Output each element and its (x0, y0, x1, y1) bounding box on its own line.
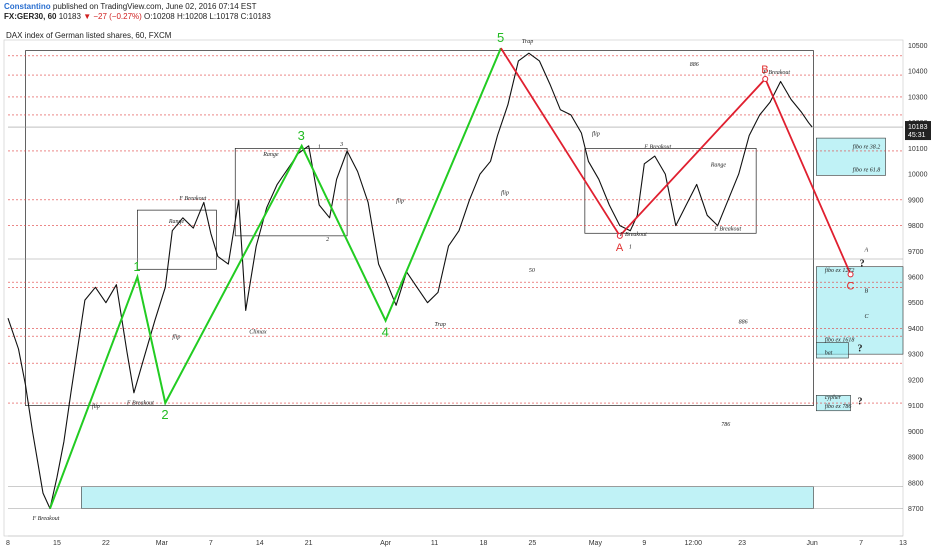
abc-label-C: C (847, 280, 855, 292)
y-tick-10400: 10400 (908, 69, 928, 76)
y-tick-9900: 9900 (908, 197, 924, 204)
annotation-18: 886 (690, 62, 699, 68)
annotation-4: F Breakout (31, 516, 59, 522)
annotation-3: F Breakout (126, 400, 154, 406)
y-tick-9000: 9000 (908, 429, 924, 436)
x-tick-15: Jun (806, 540, 817, 547)
annotation-5: F Breakout (762, 70, 790, 76)
y-tick-9600: 9600 (908, 275, 924, 282)
annotation-13: flip (92, 403, 100, 410)
last-price-value: 10183 (908, 124, 928, 131)
range-box-3 (25, 50, 814, 406)
annotation-31: cypher (825, 395, 842, 401)
price-series-line (7, 52, 813, 510)
annotation-27: fibo re 61.8 (853, 167, 881, 174)
y-tick-10500: 10500 (908, 43, 928, 50)
annotation-14: flip (592, 131, 600, 138)
annotation-22: 1 (629, 245, 632, 251)
x-tick-14: 23 (738, 540, 746, 547)
y-tick-10000: 10000 (908, 172, 928, 179)
y-tick-9100: 9100 (908, 403, 924, 410)
x-tick-3: Mar (156, 540, 169, 547)
x-tick-0: 8 (6, 540, 10, 547)
x-tick-10: 25 (529, 540, 537, 547)
annotation-17: Range (710, 162, 727, 168)
x-tick-6: 21 (305, 540, 313, 547)
y-tick-9200: 9200 (908, 377, 924, 384)
abc-projection-path (500, 47, 852, 275)
annotation-7: F Breakout (619, 232, 647, 238)
question-mark-2: ? (858, 396, 863, 407)
annotation-8: F Breakout (713, 227, 741, 233)
x-tick-1: 15 (53, 540, 61, 547)
annotation-1: Trap (435, 322, 446, 328)
x-tick-8: 11 (431, 540, 438, 547)
target-zone-3 (815, 342, 849, 359)
annotation-29: fibo ex 1618 (825, 336, 855, 343)
annotation-15: Range (168, 219, 185, 225)
annotation-11: flip (501, 190, 509, 197)
wave-label-5: 5 (497, 30, 504, 45)
annotation-30: bat (825, 351, 833, 357)
bar-countdown: 45:31 (908, 132, 926, 139)
annotation-21: 786 (721, 422, 730, 428)
question-mark-0: ? (860, 259, 865, 270)
target-zone-0 (81, 486, 814, 509)
x-tick-7: Apr (380, 540, 392, 547)
y-tick-9800: 9800 (908, 223, 924, 230)
y-tick-9300: 9300 (908, 352, 924, 359)
y-tick-8700: 8700 (908, 506, 924, 513)
annotation-2: F Breakout (178, 196, 206, 202)
annotation-28: fibo ex 1272 (825, 267, 855, 274)
question-mark-1: ? (858, 344, 863, 355)
wave-label-1: 1 (133, 259, 140, 274)
wave-label-3: 3 (298, 128, 305, 143)
annotation-25: 3 (339, 142, 343, 148)
x-tick-13: 12:00 (684, 540, 702, 547)
annotation-12: flip (172, 334, 180, 341)
x-tick-12: 9 (642, 540, 646, 547)
y-tick-8900: 8900 (908, 455, 924, 462)
annotation-32: fibo ex 786 (825, 403, 852, 410)
range-box-1 (234, 148, 348, 237)
annotation-24: 1 (318, 144, 321, 150)
annotation-23: 2 (326, 237, 329, 243)
annotation-26: fibo re 38.2 (853, 143, 881, 150)
y-tick-10300: 10300 (908, 94, 928, 101)
x-tick-4: 7 (209, 540, 213, 547)
annotation-6: F Breakout (643, 144, 671, 150)
price-chart[interactable]: 12345 ABC TrapTrapF BreakoutF BreakoutF … (0, 0, 932, 550)
annotation-34: B (865, 288, 869, 294)
y-tick-9500: 9500 (908, 300, 924, 307)
x-tick-16: 7 (859, 540, 863, 547)
y-tick-9400: 9400 (908, 326, 924, 333)
abc-label-A: A (616, 242, 624, 254)
annotation-20: 50 (529, 268, 535, 274)
x-tick-17: 13 (899, 540, 907, 547)
y-tick-10100: 10100 (908, 146, 928, 153)
wave-label-2: 2 (161, 407, 168, 422)
abc-point-B[interactable] (762, 75, 769, 82)
annotation-19: 886 (739, 319, 748, 325)
x-tick-5: 14 (256, 540, 264, 547)
x-tick-9: 18 (480, 540, 488, 547)
wave-label-4: 4 (382, 325, 389, 340)
x-tick-11: May (589, 540, 603, 547)
y-tick-9700: 9700 (908, 249, 924, 256)
y-tick-8800: 8800 (908, 480, 924, 487)
annotation-0: Trap (522, 39, 533, 45)
elliott-wave-path (49, 47, 502, 509)
x-tick-2: 22 (102, 540, 110, 547)
annotation-16: Range (262, 152, 279, 158)
annotation-9: Climax (249, 330, 267, 336)
annotation-10: flip (396, 197, 404, 204)
annotation-33: A (864, 247, 869, 253)
